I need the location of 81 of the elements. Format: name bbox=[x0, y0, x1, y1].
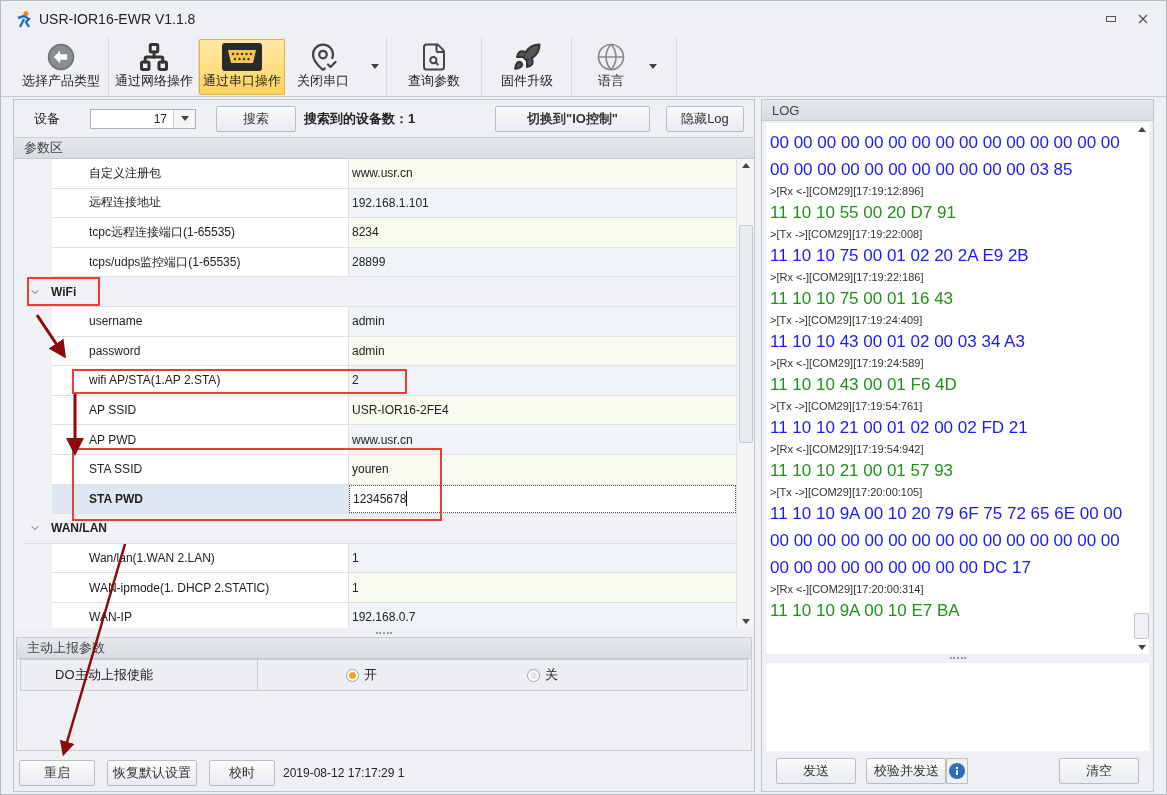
device-count-label: 搜索到的设备数：1 bbox=[304, 109, 416, 128]
log-data: 11 10 10 75 00 01 16 43 bbox=[770, 288, 955, 310]
log-data: 11 10 10 43 00 01 F6 4D bbox=[770, 374, 958, 396]
log-data: 11 10 10 21 00 01 02 00 02 FD 21 bbox=[770, 417, 1029, 439]
toolbar-button[interactable]: 语言 bbox=[591, 38, 631, 95]
property-name: STA SSID bbox=[52, 454, 349, 484]
caret-icon bbox=[741, 619, 750, 625]
toolbar-button[interactable]: 通过网络操作 bbox=[110, 38, 197, 95]
caret-icon bbox=[180, 116, 189, 121]
log-data: 11 10 10 9A 00 10 E7 BA bbox=[770, 600, 961, 622]
property-name: AP SSID bbox=[52, 395, 349, 425]
caret-icon bbox=[1137, 127, 1146, 132]
property-value[interactable]: USR-IOR16-2FE4 bbox=[349, 395, 736, 425]
toolbar-button[interactable]: 选择产品类型 bbox=[17, 38, 104, 95]
clear-button[interactable]: 清空 bbox=[1059, 758, 1139, 785]
property-name: AP PWD bbox=[52, 425, 349, 454]
annotation-arrow bbox=[66, 394, 84, 456]
log-header: >[Rx <-][COM29][17:19:22:186] bbox=[770, 270, 925, 285]
radio-option[interactable]: 关 bbox=[527, 660, 558, 691]
log-header: >[Rx <-][COM29][17:19:54:942] bbox=[770, 442, 925, 457]
log-data: 11 10 10 21 00 01 57 93 bbox=[770, 460, 955, 482]
radio-option[interactable]: 开 bbox=[346, 660, 377, 691]
log-data: 11 10 10 75 00 01 02 20 2A E9 2B bbox=[770, 245, 1030, 267]
rocket-icon bbox=[511, 41, 542, 72]
property-name: username bbox=[52, 306, 349, 336]
send-button[interactable]: 发送 bbox=[776, 758, 856, 785]
close-icon bbox=[1138, 14, 1148, 24]
property-name: 自定义注册包 bbox=[52, 159, 349, 188]
log-header: >[Rx <-][COM29][17:19:12:896] bbox=[770, 184, 925, 199]
log-header: >[Tx ->][COM29][17:19:24:409] bbox=[770, 313, 924, 328]
section-header: LOG bbox=[762, 100, 1153, 121]
dropdown-button[interactable] bbox=[173, 109, 195, 128]
action-button[interactable]: 恢复默认设置 bbox=[107, 760, 197, 787]
log-data: 11 10 10 55 00 20 D7 91 bbox=[770, 202, 957, 224]
network-icon bbox=[137, 41, 170, 72]
switch-mode-button[interactable]: 切换到"IO控制" bbox=[495, 105, 650, 132]
action-button[interactable]: 重启 bbox=[19, 760, 95, 787]
property-value[interactable]: www.usr.cn bbox=[349, 159, 736, 188]
serial-port-icon bbox=[220, 41, 263, 72]
caret-icon bbox=[1137, 644, 1146, 650]
toolbar-button[interactable]: 固件升级 bbox=[496, 38, 557, 95]
scrollbar-thumb[interactable] bbox=[738, 224, 753, 443]
action-button[interactable]: 校时 bbox=[209, 760, 275, 787]
property-name: tcps/udps监控端口(1-65535) bbox=[52, 247, 349, 277]
device-label: 设备 bbox=[34, 109, 60, 128]
property-value[interactable]: youren bbox=[349, 454, 736, 484]
minimize-icon bbox=[1106, 16, 1116, 22]
toolbar-button[interactable]: 通过串口操作 bbox=[198, 38, 285, 95]
property-name: STA PWD bbox=[52, 484, 349, 514]
caret-icon bbox=[741, 163, 750, 168]
log-header: >[Tx ->][COM29][17:19:54:761] bbox=[770, 399, 924, 414]
log-header: >[Tx ->][COM29][17:20:00:105] bbox=[770, 485, 924, 500]
device-combo[interactable]: 17 bbox=[90, 108, 196, 129]
log-data: 11 10 10 9A 00 10 20 79 6F 75 72 65 6E 00 00 00 00 00 00 00 00 00 00 00 00 00 00 00 00 00 00 00 00 00 00 00 00 00 00 DC 17 bbox=[770, 503, 1124, 579]
log-header: >[Rx <-][COM29][17:19:24:589] bbox=[770, 356, 925, 371]
hide-log-button[interactable]: 隐藏Log bbox=[666, 105, 744, 132]
globe-icon bbox=[595, 41, 627, 72]
property-value[interactable]: 1 bbox=[349, 573, 736, 602]
scrollbar-thumb[interactable] bbox=[1134, 612, 1149, 639]
section-header: 参数区 bbox=[14, 138, 754, 159]
app-logo-icon bbox=[15, 10, 33, 28]
info-button[interactable] bbox=[946, 758, 968, 785]
timestamp: 2019-08-12 17:17:29 1 bbox=[283, 766, 405, 781]
toolbar-button[interactable]: 查询参数 bbox=[404, 38, 464, 95]
log-header: >[Tx ->][COM29][17:19:22:008] bbox=[770, 227, 924, 242]
log-data: 11 10 10 43 00 01 02 00 03 34 A3 bbox=[770, 331, 1026, 353]
annotation-arrow bbox=[35, 314, 66, 359]
toolbar-button[interactable]: 关闭串口 bbox=[292, 38, 353, 95]
log-header: >[Rx <-][COM29][17:20:00:314] bbox=[770, 582, 925, 597]
property-value[interactable]: 8234 bbox=[349, 218, 736, 247]
property-name: 远程连接地址 bbox=[52, 188, 349, 218]
property-name: password bbox=[52, 336, 349, 366]
group-title: WiFi bbox=[51, 284, 77, 299]
property-value[interactable]: 12345678 bbox=[349, 484, 736, 514]
checksum-send-button[interactable]: 校验并发送 bbox=[866, 758, 946, 785]
search-button[interactable]: 搜索 bbox=[216, 105, 296, 132]
group-title: WAN/LAN bbox=[51, 521, 107, 536]
property-name: tcpc远程连接端口(1-65535) bbox=[52, 218, 349, 247]
window-title: USR-IOR16-EWR V1.1.8 bbox=[39, 11, 197, 27]
property-value[interactable]: admin bbox=[349, 336, 736, 366]
log-data: 00 00 00 00 00 00 00 00 00 00 00 00 00 00 00 00 00 00 00 00 00 00 00 00 00 00 03 85 bbox=[770, 132, 1121, 181]
